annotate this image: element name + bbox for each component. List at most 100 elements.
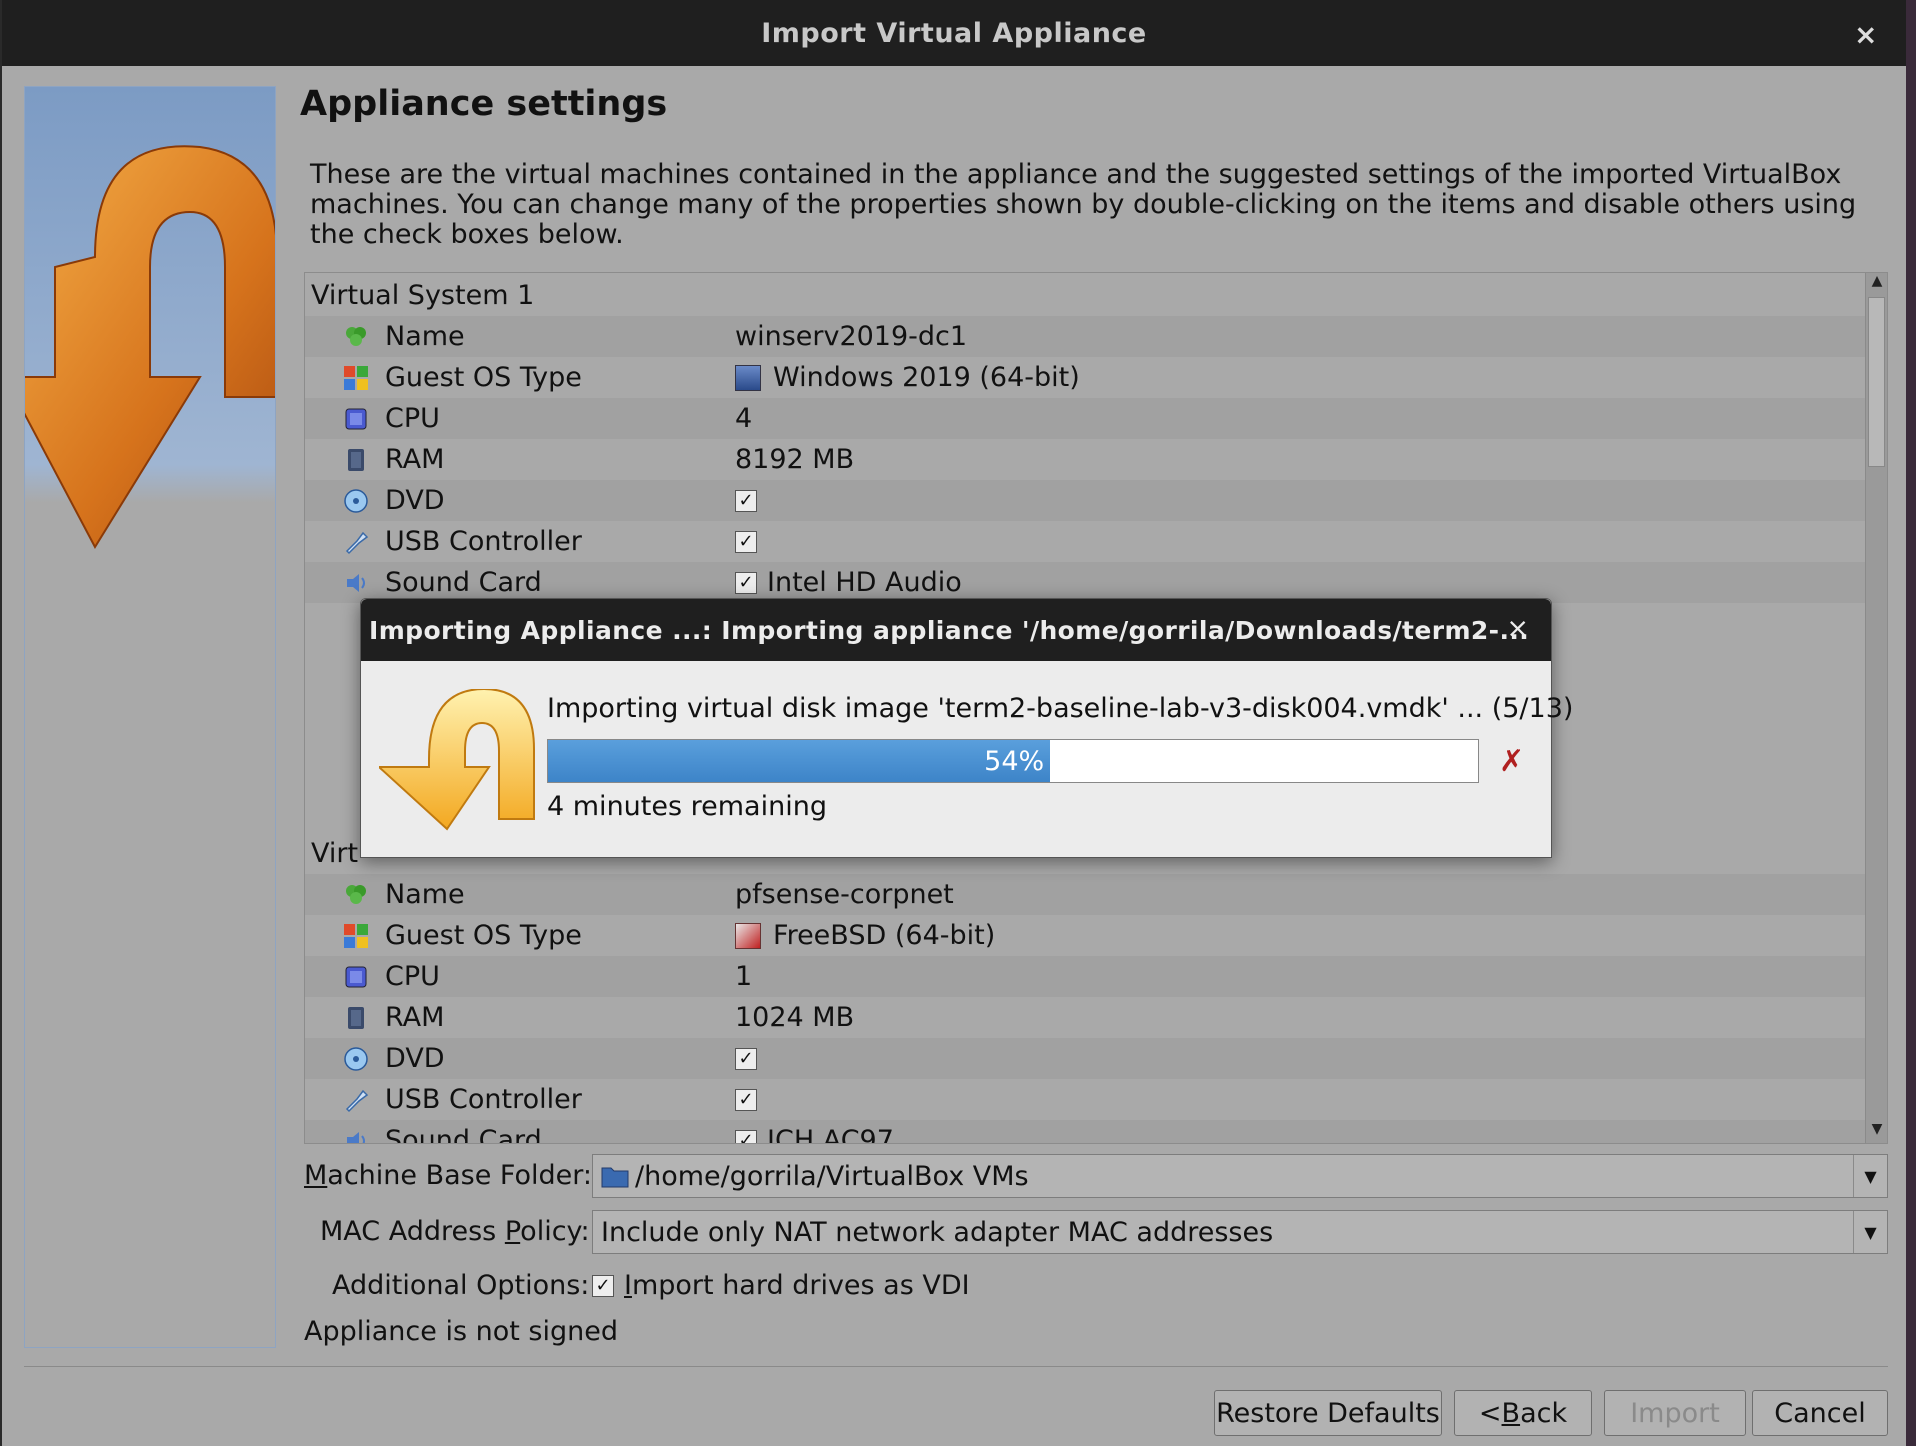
tree-row[interactable]: Sound Card ✓ ICH AC97 bbox=[305, 1120, 1865, 1144]
progress-message: Importing virtual disk image 'term2-base… bbox=[547, 693, 1574, 724]
tree-row[interactable]: USB Controller ✓ bbox=[305, 521, 1865, 562]
restore-defaults-button[interactable]: Restore Defaults bbox=[1214, 1390, 1442, 1436]
tree-scrollbar[interactable]: ▲ ▼ bbox=[1865, 273, 1887, 1143]
tree-row[interactable]: Sound Card ✓ Intel HD Audio bbox=[305, 562, 1865, 603]
cancel-import-icon[interactable]: ✗ bbox=[1499, 747, 1529, 777]
close-icon[interactable]: × bbox=[1854, 18, 1878, 51]
row-value[interactable]: 1 bbox=[735, 961, 752, 992]
row-label: USB Controller bbox=[385, 526, 582, 557]
tree-row[interactable]: DVD ✓ bbox=[305, 480, 1865, 521]
close-icon[interactable]: × bbox=[1506, 613, 1529, 644]
os-type-value: Windows 2019 (64-bit) bbox=[773, 362, 1080, 393]
row-label: Name bbox=[385, 879, 465, 910]
import-vdi-label: Import hard drives as VDI bbox=[624, 1270, 970, 1301]
row-label: Sound Card bbox=[385, 567, 542, 598]
mac-policy-value: Include only NAT network adapter MAC add… bbox=[601, 1216, 1274, 1248]
sound-icon bbox=[347, 574, 365, 592]
row-value[interactable]: 8192 MB bbox=[735, 444, 854, 475]
sound-card-value: ICH AC97 bbox=[767, 1125, 894, 1144]
wizard-side-image bbox=[24, 86, 276, 1348]
row-value[interactable]: ✓ ICH AC97 bbox=[735, 1125, 894, 1144]
dvd-icon bbox=[344, 489, 368, 513]
row-value[interactable]: ✓ bbox=[735, 530, 767, 553]
progress-bar: 54% bbox=[547, 739, 1479, 783]
row-label: USB Controller bbox=[385, 1084, 582, 1115]
row-value[interactable]: ✓ bbox=[735, 1088, 767, 1111]
page-description: These are the virtual machines contained… bbox=[310, 159, 1857, 250]
row-value[interactable]: ✓ bbox=[735, 489, 767, 512]
os-type-icon bbox=[344, 924, 368, 948]
base-folder-combo[interactable]: /home/gorrila/VirtualBox VMs ▼ bbox=[592, 1154, 1888, 1198]
row-value[interactable]: 4 bbox=[735, 403, 752, 434]
cpu-icon bbox=[345, 966, 367, 988]
mac-policy-combo[interactable]: Include only NAT network adapter MAC add… bbox=[592, 1210, 1888, 1254]
row-label: Name bbox=[385, 321, 465, 352]
sound-card-value: Intel HD Audio bbox=[767, 567, 962, 598]
row-label: RAM bbox=[385, 1002, 445, 1033]
divider bbox=[24, 1366, 1888, 1367]
chevron-down-icon[interactable]: ▼ bbox=[1853, 1155, 1887, 1197]
ram-icon bbox=[348, 1007, 364, 1029]
usb-checkbox[interactable]: ✓ bbox=[735, 530, 757, 553]
ram-icon bbox=[348, 449, 364, 471]
import-vdi-checkbox[interactable]: ✓ bbox=[592, 1274, 614, 1297]
tree-row[interactable]: RAM 8192 MB bbox=[305, 439, 1865, 480]
cpu-icon bbox=[345, 408, 367, 430]
window-titlebar[interactable]: Import Virtual Appliance × bbox=[2, 0, 1906, 66]
additional-options-label: Additional Options: bbox=[332, 1270, 590, 1301]
tree-row[interactable]: Guest OS Type FreeBSD (64-bit) bbox=[305, 915, 1865, 956]
scroll-down-arrow-icon[interactable]: ▼ bbox=[1866, 1121, 1887, 1143]
back-button[interactable]: < Back bbox=[1454, 1390, 1592, 1436]
row-value[interactable]: 1024 MB bbox=[735, 1002, 854, 1033]
group-label: Virtual System 1 bbox=[311, 280, 535, 311]
window-title: Import Virtual Appliance bbox=[761, 17, 1147, 49]
tree-row[interactable]: USB Controller ✓ bbox=[305, 1079, 1865, 1120]
cancel-button[interactable]: Cancel bbox=[1752, 1390, 1888, 1436]
tree-row[interactable]: CPU 1 bbox=[305, 956, 1865, 997]
row-value[interactable]: ✓ bbox=[735, 1047, 767, 1070]
windows-os-icon bbox=[735, 364, 761, 391]
row-label: Sound Card bbox=[385, 1125, 542, 1144]
import-button[interactable]: Import bbox=[1604, 1390, 1746, 1436]
tree-row[interactable]: Name winserv2019-dc1 bbox=[305, 316, 1865, 357]
sound-checkbox[interactable]: ✓ bbox=[735, 571, 757, 594]
os-type-value: FreeBSD (64-bit) bbox=[773, 920, 996, 951]
tree-row[interactable]: DVD ✓ bbox=[305, 1038, 1865, 1079]
row-value[interactable]: FreeBSD (64-bit) bbox=[735, 920, 995, 951]
row-value[interactable]: winserv2019-dc1 bbox=[735, 321, 967, 352]
name-icon bbox=[346, 885, 366, 904]
import-arrow-icon bbox=[25, 145, 275, 550]
tree-row[interactable]: CPU 4 bbox=[305, 398, 1865, 439]
scroll-up-arrow-icon[interactable]: ▲ bbox=[1866, 273, 1887, 295]
dvd-icon bbox=[344, 1047, 368, 1071]
dvd-checkbox[interactable]: ✓ bbox=[735, 1047, 757, 1070]
tree-row[interactable]: Guest OS Type Windows 2019 (64-bit) bbox=[305, 357, 1865, 398]
row-value[interactable]: ✓ Intel HD Audio bbox=[735, 567, 962, 598]
scrollbar-thumb[interactable] bbox=[1868, 297, 1885, 467]
mac-policy-label: MAC Address Policy: bbox=[320, 1216, 590, 1247]
usb-icon bbox=[345, 531, 369, 555]
import-progress-dialog: Importing Appliance ...: Importing appli… bbox=[360, 598, 1573, 858]
signature-status: Appliance is not signed bbox=[304, 1316, 618, 1347]
progress-bar-fill: 54% bbox=[548, 740, 1051, 782]
virtual-system-1-header[interactable]: Virtual System 1 bbox=[305, 275, 1865, 316]
row-label: Guest OS Type bbox=[385, 920, 582, 951]
import-vdi-option[interactable]: ✓ Import hard drives as VDI bbox=[592, 1270, 970, 1301]
folder-icon bbox=[601, 1167, 629, 1188]
time-remaining: 4 minutes remaining bbox=[547, 791, 827, 822]
chevron-down-icon[interactable]: ▼ bbox=[1853, 1211, 1887, 1253]
base-folder-label: Machine Base Folder: bbox=[304, 1160, 592, 1191]
row-label: RAM bbox=[385, 444, 445, 475]
tree-row[interactable]: RAM 1024 MB bbox=[305, 997, 1865, 1038]
dvd-checkbox[interactable]: ✓ bbox=[735, 489, 757, 512]
freebsd-os-icon bbox=[735, 922, 761, 949]
import-arrow-icon bbox=[379, 689, 535, 831]
progress-dialog-title[interactable]: Importing Appliance ...: Importing appli… bbox=[361, 599, 1551, 661]
sound-checkbox[interactable]: ✓ bbox=[735, 1129, 757, 1143]
os-type-icon bbox=[344, 366, 368, 390]
usb-checkbox[interactable]: ✓ bbox=[735, 1088, 757, 1111]
row-value[interactable]: pfsense-corpnet bbox=[735, 879, 954, 910]
name-icon bbox=[346, 327, 366, 346]
tree-row[interactable]: Name pfsense-corpnet bbox=[305, 874, 1865, 915]
row-value[interactable]: Windows 2019 (64-bit) bbox=[735, 362, 1080, 393]
